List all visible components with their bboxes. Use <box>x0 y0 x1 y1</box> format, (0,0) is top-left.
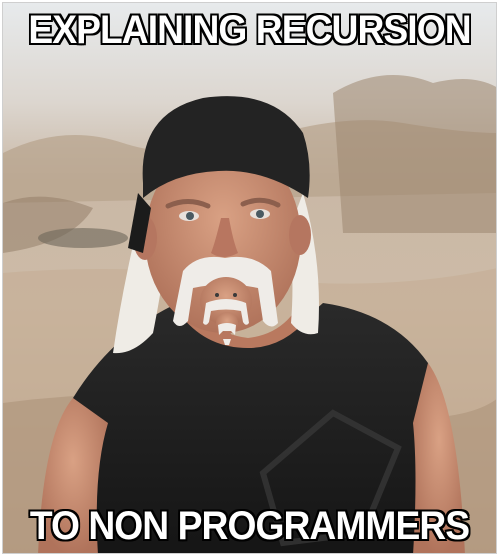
photo <box>2 2 497 554</box>
desert-brush-right <box>333 75 496 233</box>
right-ear <box>289 215 311 255</box>
meme-image: EXPLAINING RECURSION TO NON PROGRAMMERS <box>0 0 499 556</box>
photo-illustration <box>3 3 496 553</box>
desert-rock <box>38 228 128 248</box>
